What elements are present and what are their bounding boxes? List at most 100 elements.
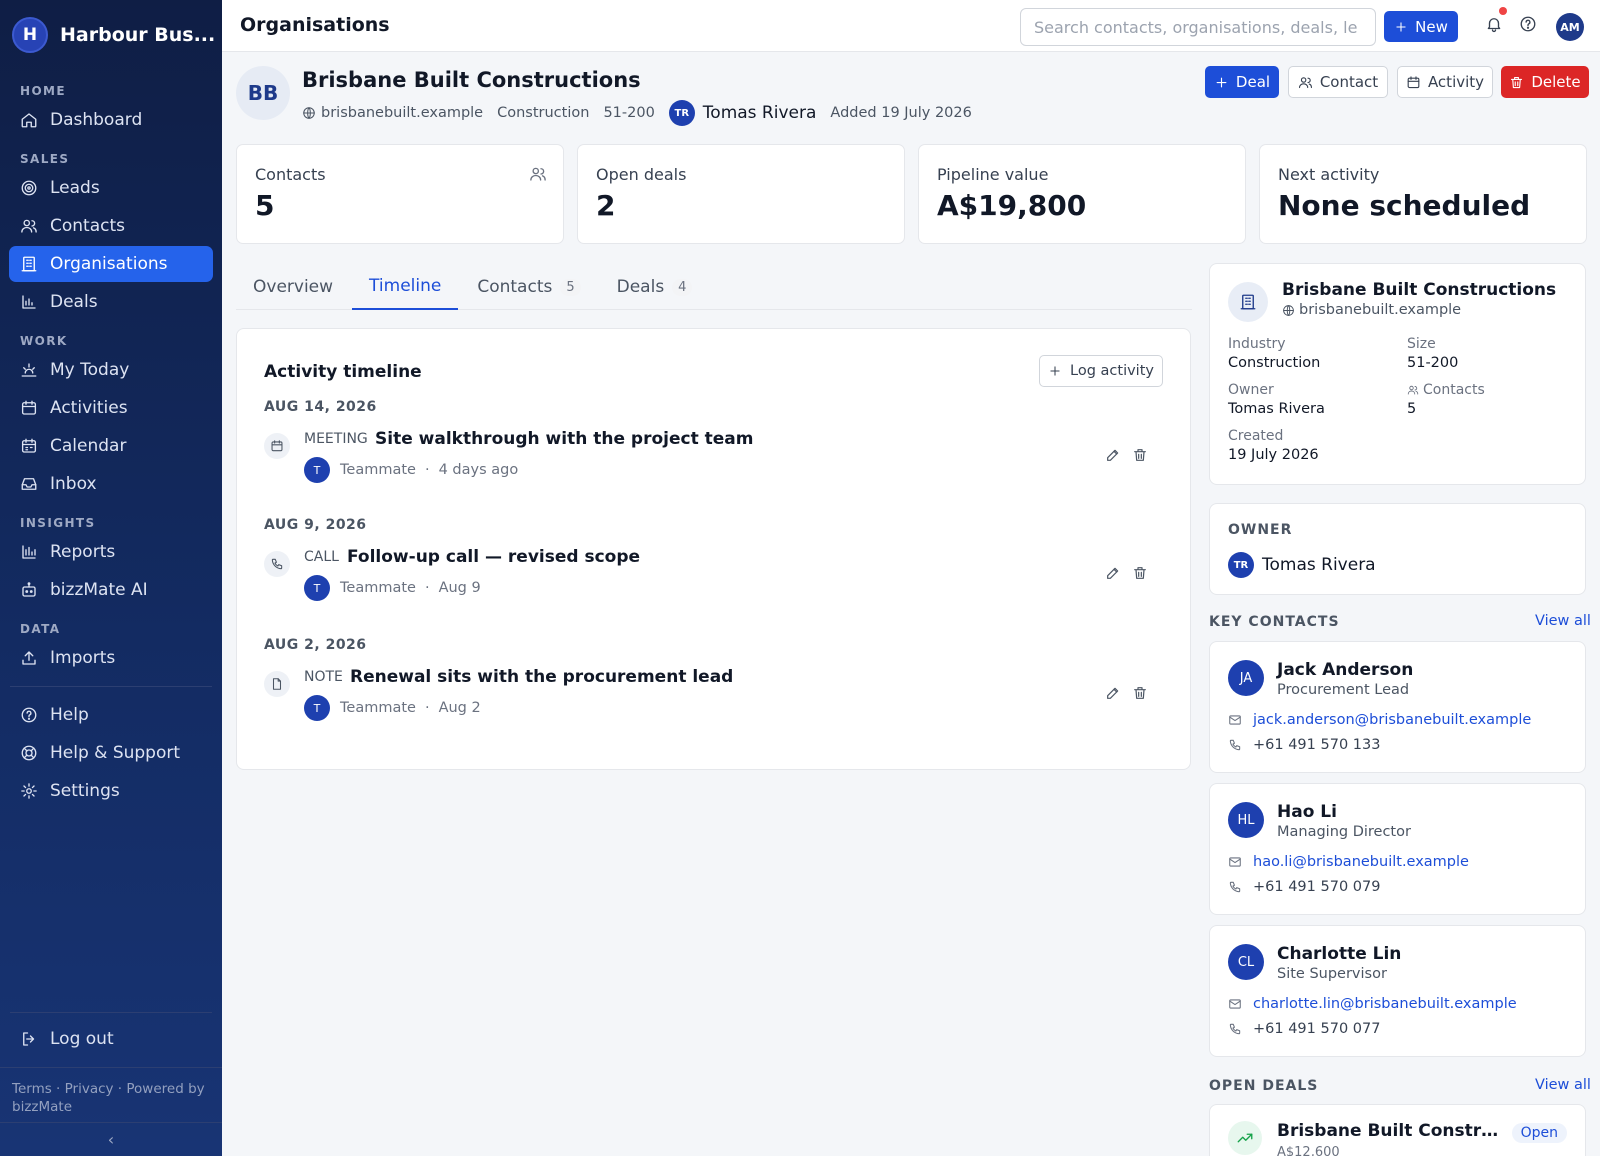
sidebar-item-imports[interactable]: Imports: [9, 640, 213, 676]
contact-email-row[interactable]: hao.li@brisbanebuilt.example: [1228, 854, 1469, 870]
contact-email-row[interactable]: charlotte.lin@brisbanebuilt.example: [1228, 996, 1517, 1012]
avatar: T: [304, 695, 330, 721]
add-activity-button[interactable]: Activity: [1397, 66, 1493, 98]
help-icon[interactable]: [1519, 15, 1537, 33]
activity-time: Aug 9: [438, 580, 481, 596]
sidebar-item-help[interactable]: Help: [9, 697, 213, 733]
sidebar-item-reports[interactable]: Reports: [9, 534, 213, 570]
users-icon: [529, 165, 547, 183]
separator-dot: ·: [424, 462, 430, 478]
phone-icon: [264, 551, 290, 577]
trash-icon: [1509, 75, 1531, 90]
trash-icon[interactable]: [1132, 447, 1148, 463]
tab-deals[interactable]: Deals 4: [600, 264, 710, 310]
separator-dot: ·: [424, 580, 430, 596]
phone-icon: [1228, 738, 1253, 752]
new-button[interactable]: New: [1384, 11, 1458, 42]
add-deal-button[interactable]: Deal: [1205, 66, 1279, 98]
timeline-entry[interactable]: NOTE Renewal sits with the procurement l…: [264, 665, 1164, 725]
logout-icon: [20, 1030, 50, 1048]
search-input[interactable]: [1020, 8, 1376, 46]
contact-phone-row[interactable]: +61 491 570 077: [1228, 1021, 1380, 1037]
org-info-domain[interactable]: brisbanebuilt.example: [1282, 302, 1461, 318]
org-size: 51-200: [603, 105, 655, 121]
sunrise-icon: [20, 361, 50, 379]
org-info-name: Brisbane Built Constructions: [1282, 280, 1557, 300]
tab-contacts[interactable]: Contacts 5: [460, 264, 597, 310]
sidebar-item-my-today[interactable]: My Today: [9, 352, 213, 388]
sidebar-collapse-button[interactable]: ‹: [0, 1122, 222, 1156]
contact-phone: +61 491 570 077: [1253, 1021, 1381, 1037]
sidebar-item-help-support[interactable]: Help & Support: [9, 735, 213, 771]
contact-card[interactable]: HL Hao Li Managing Director hao.li@brisb…: [1209, 783, 1586, 915]
stat-next-activity: Next activity None scheduled: [1259, 144, 1587, 244]
field-contacts: 5: [1407, 401, 1417, 417]
separator-dot: ·: [424, 700, 430, 716]
calendar-icon: [20, 399, 50, 417]
contact-email-row[interactable]: jack.anderson@brisbanebuilt.example: [1228, 712, 1531, 728]
help-circle-icon: [20, 706, 50, 724]
timeline-entry[interactable]: MEETING Site walkthrough with the projec…: [264, 427, 1164, 487]
sidebar-footer-links[interactable]: Terms · Privacy · Powered by bizzMate: [0, 1080, 222, 1116]
edit-icon[interactable]: [1105, 685, 1121, 701]
activity-meta: T Teammate · Aug 2: [304, 695, 481, 721]
contact-card[interactable]: JA Jack Anderson Procurement Lead jack.a…: [1209, 641, 1586, 773]
tab-overview[interactable]: Overview: [236, 264, 350, 310]
sidebar-item-contacts[interactable]: Contacts: [9, 208, 213, 244]
sidebar-item-settings[interactable]: Settings: [9, 773, 213, 809]
trash-icon[interactable]: [1132, 565, 1148, 581]
sidebar-item-dashboard[interactable]: Dashboard: [9, 102, 213, 138]
field-label: Industry: [1228, 336, 1286, 352]
sidebar-item-activities[interactable]: Activities: [9, 390, 213, 426]
mail-icon: [1228, 713, 1253, 727]
add-contact-label: Contact: [1319, 73, 1379, 91]
avatar: CL: [1228, 944, 1264, 980]
sidebar-item-organisations[interactable]: Organisations: [9, 246, 213, 282]
bot-icon: [20, 581, 50, 599]
log-activity-button[interactable]: Log activity: [1039, 355, 1163, 387]
open-deals-view-all[interactable]: View all: [1535, 1077, 1591, 1093]
field-size: 51-200: [1407, 355, 1459, 371]
sidebar-item-calendar[interactable]: Calendar: [9, 428, 213, 464]
building-icon: [20, 255, 50, 273]
org-domain[interactable]: brisbanebuilt.example: [302, 105, 483, 121]
sidebar-item-leads[interactable]: Leads: [9, 170, 213, 206]
calendar-grid-icon: [20, 437, 50, 455]
sidebar-item-deals[interactable]: Deals: [9, 284, 213, 320]
mail-icon: [1228, 997, 1253, 1011]
edit-icon[interactable]: [1105, 447, 1121, 463]
brand[interactable]: H Harbour Bus...: [0, 0, 222, 70]
sidebar-item-bizzmate-ai[interactable]: bizzMate AI: [9, 572, 213, 608]
tab-label: Deals: [616, 277, 665, 297]
delete-button[interactable]: Delete: [1501, 66, 1589, 98]
timeline-date: AUG 14, 2026: [264, 399, 377, 415]
sidebar-item-label: Help: [50, 705, 89, 725]
edit-icon[interactable]: [1105, 565, 1121, 581]
field-owner: Tomas Rivera: [1228, 401, 1325, 417]
org-owner[interactable]: Tomas Rivera: [703, 103, 817, 123]
tab-bar: Overview Timeline Contacts 5 Deals 4: [236, 264, 1192, 310]
owner-row[interactable]: TR Tomas Rivera: [1228, 552, 1376, 578]
sidebar-item-inbox[interactable]: Inbox: [9, 466, 213, 502]
add-contact-button[interactable]: Contact: [1288, 66, 1388, 98]
contact-email: hao.li@brisbanebuilt.example: [1253, 854, 1469, 870]
timeline-title: Activity timeline: [264, 362, 422, 382]
org-industry: Construction: [497, 105, 590, 121]
deal-card[interactable]: Brisbane Built Construc... A$12,600 Open: [1209, 1104, 1586, 1156]
timeline-entry[interactable]: CALL Follow-up call — revised scope T Te…: [264, 545, 1164, 605]
contact-phone-row[interactable]: +61 491 570 079: [1228, 879, 1380, 895]
open-deals-heading: OPEN DEALS: [1209, 1078, 1319, 1094]
stat-value: A$19,800: [937, 189, 1087, 222]
contact-card[interactable]: CL Charlotte Lin Site Supervisor charlot…: [1209, 925, 1586, 1057]
tab-count: 5: [560, 278, 581, 296]
contact-role: Site Supervisor: [1277, 966, 1387, 982]
trash-icon[interactable]: [1132, 685, 1148, 701]
key-contacts-view-all[interactable]: View all: [1535, 613, 1591, 629]
bell-icon[interactable]: [1485, 15, 1503, 33]
tab-timeline[interactable]: Timeline: [352, 264, 459, 310]
field-label-contacts: Contacts: [1407, 382, 1485, 398]
user-avatar[interactable]: AM: [1556, 13, 1584, 41]
activity-time: Aug 2: [438, 700, 481, 716]
logout-button[interactable]: Log out: [9, 1021, 213, 1057]
contact-phone-row[interactable]: +61 491 570 133: [1228, 737, 1380, 753]
